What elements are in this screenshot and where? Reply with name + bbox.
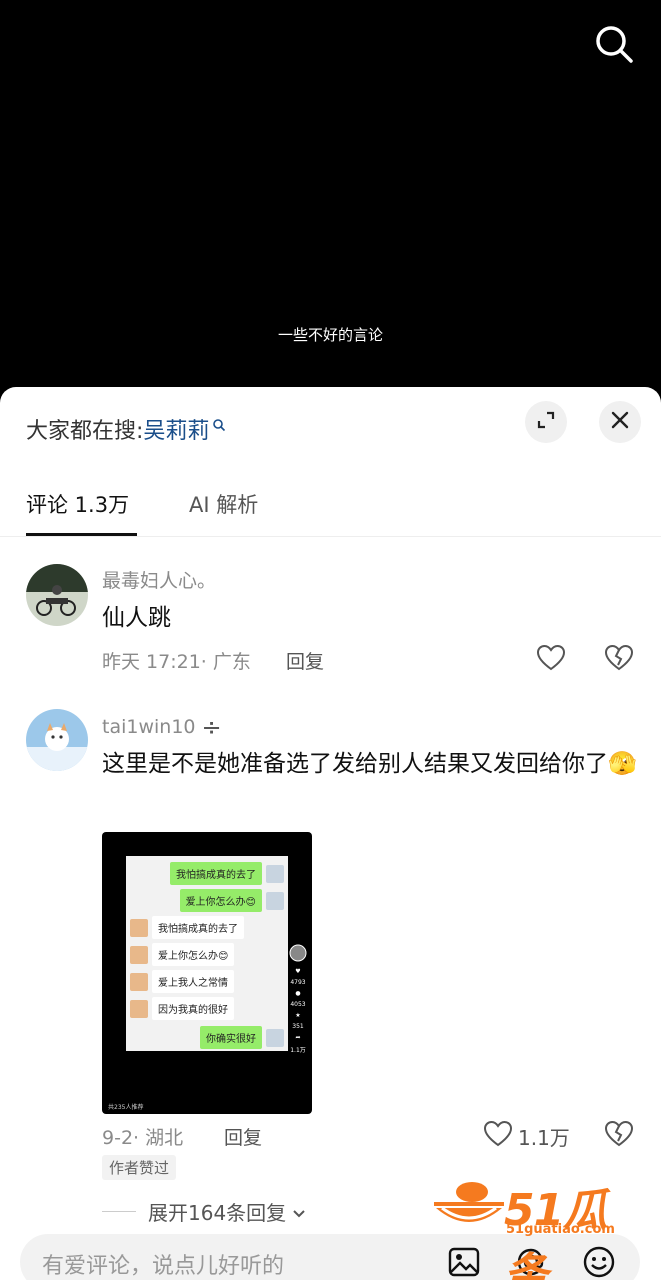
dislike-button[interactable]: [604, 644, 634, 675]
reply-button[interactable]: 回复: [224, 1123, 262, 1150]
close-icon: [609, 409, 631, 435]
chat-avatar: [266, 864, 284, 883]
watermark-url: 51guatiao.com: [506, 1222, 615, 1237]
chat-bubble-row: 爱上你怎么办😊: [130, 943, 235, 966]
chat-bubble-row: 爱上你怎么办😊: [179, 889, 284, 912]
heart-icon: [536, 644, 566, 676]
hot-search-prefix: 大家都在搜:: [26, 419, 144, 444]
comment-count: 4053: [290, 1001, 306, 1008]
chat-avatar: [130, 999, 148, 1018]
expand-icon: [535, 409, 557, 435]
video-side-actions: ♥ 4793 ● 4053 ★ 351 ➦ 1.1万: [286, 944, 310, 1058]
chat-bubble-row: 我怕搞成真的去了: [170, 862, 284, 885]
comment-username[interactable]: tai1win10 ÷: [102, 713, 222, 741]
chat-bubble: 爱上你怎么办😊: [152, 943, 235, 966]
chat-bubble-row: 因为我真的很好: [130, 997, 234, 1020]
author-liked-badge: 作者赞过: [102, 1155, 177, 1180]
avatar[interactable]: [26, 564, 88, 626]
comment-username-text: tai1win10: [102, 716, 196, 738]
like-count: 1.1万: [518, 1126, 570, 1150]
chat-bubble: 因为我真的很好: [152, 997, 234, 1020]
share-count: 1.1万: [290, 1047, 306, 1054]
chat-screenshot: 我怕搞成真的去了 爱上你怎么办😊 我怕搞成真的去了 爱上你怎么办😊 爱上我人之常…: [126, 856, 288, 1051]
like-button[interactable]: [536, 644, 566, 676]
avatar[interactable]: [26, 709, 88, 771]
comment-username[interactable]: 最毒妇人心。: [102, 566, 216, 593]
share-icon: ➦: [295, 1034, 301, 1041]
comment-meta: 昨天 17:21· 广东: [102, 651, 251, 673]
chat-bubble: 你确实很好: [200, 1026, 262, 1049]
watermark-logo: 51瓜条 51guatiao.com: [432, 1172, 642, 1280]
chat-avatar: [130, 972, 148, 991]
chat-avatar: [130, 945, 148, 964]
comment-text: 仙人跳: [102, 605, 171, 631]
chat-avatar: [266, 891, 284, 910]
video-footer-text: 共235人推荐: [108, 1104, 144, 1111]
video-player[interactable]: 一些不好的言论: [0, 0, 661, 400]
search-icon: [212, 413, 226, 438]
tab-comments[interactable]: 评论 1.3万: [26, 489, 129, 519]
reply-button[interactable]: 回复: [286, 647, 324, 674]
chat-avatar: [266, 1028, 284, 1047]
chat-bubble: 我怕搞成真的去了: [170, 862, 262, 885]
creator-avatar-icon: [286, 944, 310, 964]
tab-underline: [26, 533, 137, 536]
chevron-down-icon: [292, 1200, 306, 1224]
chat-bubble-row: 爱上我人之常情: [130, 970, 234, 993]
watermelon-logo-icon: [434, 1182, 504, 1222]
search-icon[interactable]: [592, 22, 636, 66]
hot-search-bar[interactable]: 大家都在搜: 吴莉莉: [26, 413, 226, 445]
chat-bubble: 爱上我人之常情: [152, 970, 234, 993]
comment-image-attachment[interactable]: 我怕搞成真的去了 爱上你怎么办😊 我怕搞成真的去了 爱上你怎么办😊 爱上我人之常…: [102, 832, 312, 1114]
broken-heart-icon: [604, 1120, 634, 1151]
hot-search-term[interactable]: 吴莉莉: [143, 413, 209, 445]
comment-meta: 9-2· 湖北: [102, 1127, 184, 1149]
comment-input-placeholder: 有爱评论，说点儿好听的: [42, 1254, 285, 1279]
image-icon[interactable]: [448, 1246, 480, 1280]
comment-icon: ●: [295, 990, 301, 997]
chat-bubble: 爱上你怎么办😊: [179, 889, 262, 912]
chat-avatar: [130, 918, 148, 937]
chat-bubble: 我怕搞成真的去了: [152, 916, 244, 939]
heart-icon: ♥: [295, 968, 301, 975]
user-badge: ÷: [201, 713, 222, 741]
heart-icon: [483, 1120, 513, 1152]
tab-ai-analysis[interactable]: AI 解析: [189, 489, 258, 519]
chat-bubble-row: 你确实很好: [200, 1026, 284, 1049]
dislike-button[interactable]: [604, 1120, 634, 1151]
chat-bubble-row: 我怕搞成真的去了: [130, 916, 244, 939]
comment-text: 这里是不是她准备选了发给别人结果又发回给你了🫣: [102, 751, 637, 777]
divider-line: [102, 1211, 136, 1212]
like-button[interactable]: 1.1万: [483, 1120, 570, 1152]
close-button[interactable]: [599, 401, 641, 443]
broken-heart-icon: [604, 644, 634, 675]
favorite-count: 351: [292, 1023, 304, 1030]
like-count: 4793: [290, 979, 306, 986]
video-subtitle: 一些不好的言论: [277, 326, 383, 344]
comment-tabs: 评论 1.3万 AI 解析: [0, 471, 661, 537]
star-icon: ★: [295, 1012, 301, 1019]
expand-button[interactable]: [525, 401, 567, 443]
